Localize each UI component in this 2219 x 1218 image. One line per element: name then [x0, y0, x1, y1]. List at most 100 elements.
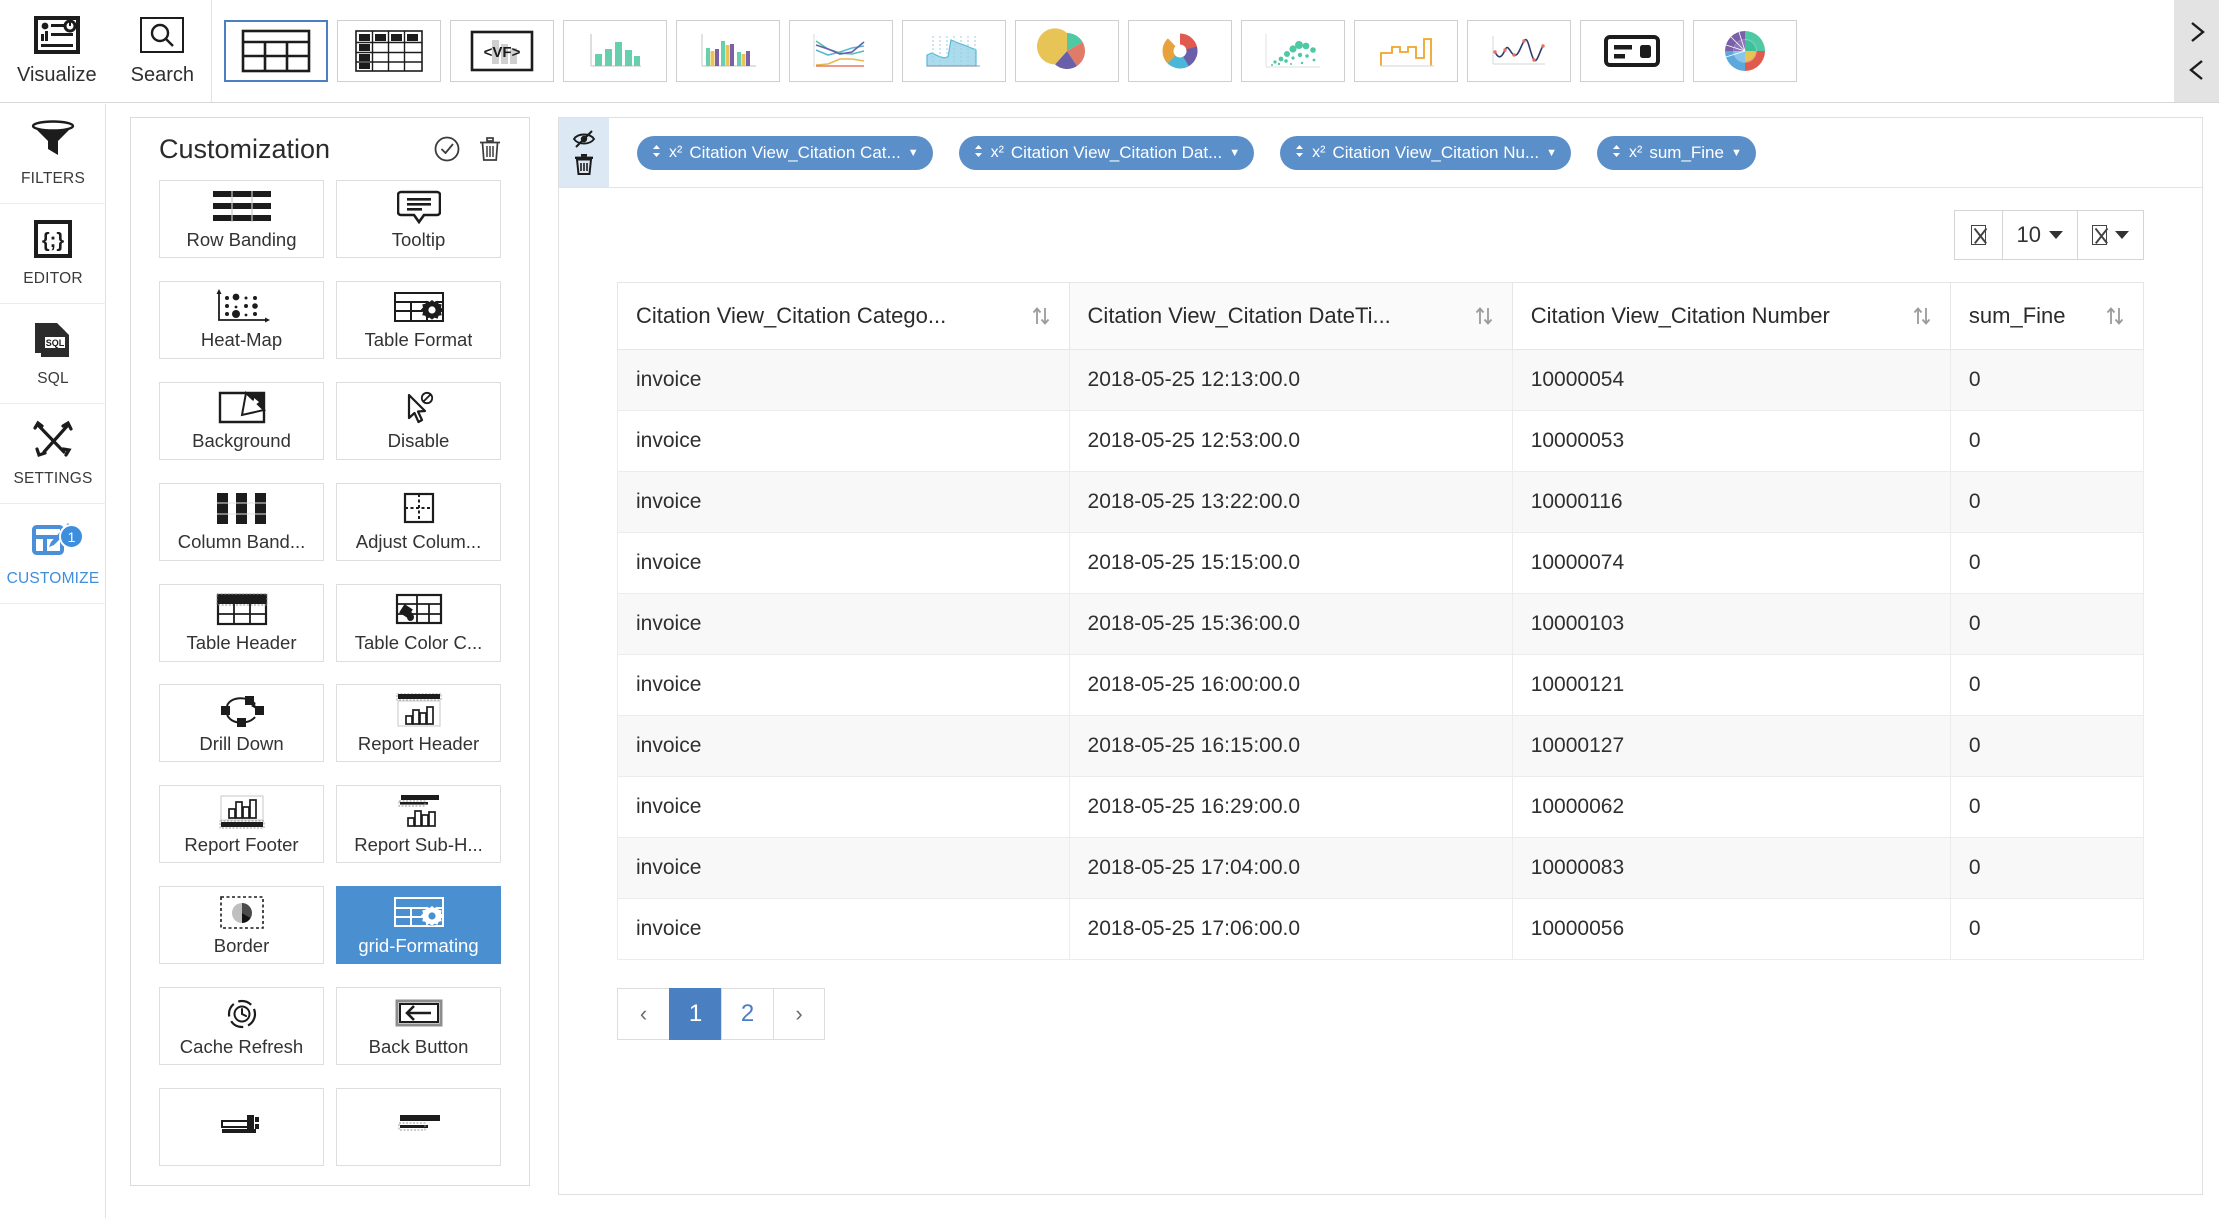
customization-card-report-header[interactable]: Report Header — [336, 684, 501, 763]
chart-type-velocity-format[interactable]: <VF> — [450, 20, 554, 82]
field-pill-citation-datetime[interactable]: x² Citation View_Citation Dat... ▼ — [958, 135, 1255, 170]
field-pill-sum-fine[interactable]: x² sum_Fine ▼ — [1597, 135, 1756, 170]
chart-type-area-chart[interactable] — [902, 20, 1006, 82]
table-head: Citation View_Citation Catego... Citatio… — [617, 282, 2145, 350]
table-cell-3: 10000103 — [1511, 593, 1951, 655]
search-button[interactable]: Search — [131, 16, 194, 87]
chevron-down-icon[interactable]: ▼ — [1229, 147, 1240, 159]
customization-card-back-button[interactable]: Back Button — [336, 987, 501, 1066]
chart-type-pie-chart[interactable] — [1015, 20, 1119, 82]
customization-card-heat-map[interactable]: Heat-Map — [159, 280, 324, 359]
chart-type-kpi-card[interactable] — [1580, 20, 1684, 82]
check-circle-icon[interactable] — [433, 135, 461, 163]
chevron-down-icon[interactable]: ▼ — [1546, 147, 1557, 159]
eye-slash-icon[interactable] — [572, 129, 596, 149]
chevron-down-icon[interactable]: ▼ — [908, 147, 919, 159]
chart-type-bar-chart[interactable] — [563, 20, 667, 82]
pagination-next[interactable]: › — [773, 988, 825, 1040]
sort-icon[interactable] — [1912, 305, 1932, 327]
background-icon — [216, 389, 268, 427]
customization-card-extra-right[interactable] — [336, 1088, 501, 1167]
customization-card-border[interactable]: Border — [159, 886, 324, 965]
chevron-down-icon — [2049, 231, 2063, 239]
chart-type-spline-chart[interactable] — [1467, 20, 1571, 82]
field-pill-label: Citation View_Citation Dat... — [1010, 142, 1223, 162]
chart-type-bubble-chart[interactable] — [1241, 20, 1345, 82]
chart-type-donut-chart[interactable] — [1128, 20, 1232, 82]
table-row[interactable]: invoice 2018-05-25 17:04:00.0 10000083 0 — [617, 837, 2145, 899]
sort-icon[interactable] — [1474, 305, 1494, 327]
table-row[interactable]: invoice 2018-05-25 16:15:00.0 10000127 0 — [617, 715, 2145, 777]
table-row[interactable]: invoice 2018-05-25 17:06:00.0 10000056 0 — [617, 898, 2145, 960]
sort-icon[interactable] — [2105, 305, 2125, 327]
customization-card-column-banding[interactable]: Column Band... — [159, 482, 324, 561]
measure-type-label: x² — [1629, 143, 1643, 161]
column-header-sum-fine[interactable]: sum_Fine — [1949, 282, 2145, 350]
customization-card-cache-refresh[interactable]: Cache Refresh — [159, 987, 324, 1066]
column-header-citation-category[interactable]: Citation View_Citation Catego... — [617, 282, 1070, 350]
field-pill-citation-category[interactable]: x² Citation View_Citation Cat... ▼ — [637, 135, 933, 170]
sidebar-item-label: FILTERS — [21, 170, 85, 187]
customization-card-drill-down[interactable]: Drill Down — [159, 684, 324, 763]
prev-icon[interactable] — [2184, 57, 2210, 83]
customization-card-table-format[interactable]: Table Format — [336, 280, 501, 359]
table-row[interactable]: invoice 2018-05-25 16:29:00.0 10000062 0 — [617, 776, 2145, 838]
column-header-citation-datetime[interactable]: Citation View_Citation DateTi... — [1068, 282, 1513, 350]
customization-card-grid-formatting[interactable]: grid-Formating — [336, 886, 501, 965]
table-row[interactable]: invoice 2018-05-25 15:36:00.0 10000103 0 — [617, 593, 2145, 655]
chart-type-line-chart[interactable] — [789, 20, 893, 82]
sidebar-item-sql[interactable]: SQL SQL — [0, 304, 106, 404]
customization-card-label: Disable — [387, 430, 450, 452]
customization-card-adjust-column[interactable]: Adjust Colum... — [336, 482, 501, 561]
visualize-label: Visualize — [16, 63, 97, 86]
trash-icon[interactable] — [573, 152, 595, 176]
customization-card-tooltip[interactable]: Tooltip — [336, 180, 501, 258]
chart-type-table[interactable] — [224, 20, 328, 82]
sidebar-item-filters[interactable]: FILTERS — [0, 104, 106, 204]
chart-type-pivot-table[interactable] — [337, 20, 441, 82]
chevron-down-icon[interactable]: ▼ — [1731, 147, 1742, 159]
chart-type-sunburst-chart[interactable] — [1693, 20, 1797, 82]
cache-refresh-icon — [222, 995, 262, 1033]
customization-card-extra-left[interactable] — [159, 1088, 324, 1167]
pagination-prev[interactable]: ‹ — [617, 988, 669, 1040]
customization-panel: Customization Row Banding Tooltip Heat-M… — [130, 117, 530, 1186]
customization-card-report-footer[interactable]: Report Footer — [159, 785, 324, 864]
customization-card-row-banding[interactable]: Row Banding — [159, 180, 324, 258]
sidebar-item-customize[interactable]: 1 CUSTOMIZE — [0, 504, 106, 604]
column-header-label: sum_Fine — [1968, 303, 2066, 328]
column-header-label: Citation View_Citation Catego... — [636, 303, 947, 328]
column-header-citation-number[interactable]: Citation View_Citation Number — [1511, 282, 1951, 350]
field-pill-citation-number[interactable]: x² Citation View_Citation Nu... ▼ — [1280, 135, 1571, 170]
customization-card-disable[interactable]: Disable — [336, 381, 501, 460]
table-row[interactable]: invoice 2018-05-25 16:00:00.0 10000121 0 — [617, 654, 2145, 716]
customization-card-label: Report Header — [357, 732, 480, 754]
table-format-icon — [391, 288, 447, 326]
grid-settings-select[interactable] — [2078, 211, 2143, 259]
sidebar-item-label: SQL — [37, 370, 69, 387]
table-row[interactable]: invoice 2018-05-25 13:22:00.0 10000116 0 — [617, 471, 2145, 533]
customization-card-table-color[interactable]: Table Color C... — [336, 583, 501, 662]
table-row[interactable]: invoice 2018-05-25 15:15:00.0 10000074 0 — [617, 532, 2145, 594]
chart-type-grouped-bar-chart[interactable] — [676, 20, 780, 82]
sidebar-item-settings[interactable]: SETTINGS — [0, 404, 106, 504]
sidebar-item-editor[interactable]: {;} EDITOR — [0, 204, 106, 304]
sort-icon[interactable] — [1031, 305, 1051, 327]
pagination-page-1[interactable]: 1 — [669, 988, 721, 1040]
chevron-down-icon — [2115, 231, 2129, 239]
page-scrollbar[interactable] — [2203, 103, 2219, 1218]
table-row[interactable]: invoice 2018-05-25 12:53:00.0 10000053 0 — [617, 410, 2145, 472]
pagination-page-2[interactable]: 2 — [721, 988, 773, 1040]
next-icon[interactable] — [2184, 19, 2210, 45]
customization-card-table-header[interactable]: Table Header — [159, 583, 324, 662]
table-cell-1: invoice — [617, 654, 1070, 716]
chart-type-step-chart[interactable] — [1354, 20, 1458, 82]
trash-icon[interactable] — [477, 135, 503, 163]
export-button[interactable] — [1954, 211, 2003, 259]
customization-card-report-subheader[interactable]: Report Sub-H... — [336, 785, 501, 864]
search-label: Search — [130, 63, 195, 86]
page-size-select[interactable]: 10 — [2002, 211, 2078, 259]
visualize-button[interactable]: Visualize — [16, 15, 97, 87]
table-row[interactable]: invoice 2018-05-25 12:13:00.0 10000054 0 — [617, 349, 2145, 411]
customization-card-background[interactable]: Background — [159, 381, 324, 460]
